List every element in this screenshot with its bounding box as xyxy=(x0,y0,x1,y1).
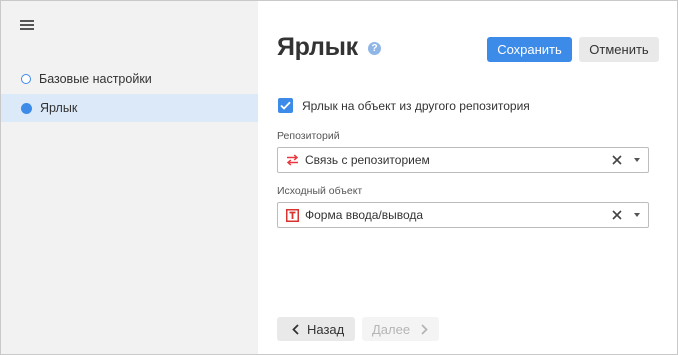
question-mark-icon[interactable]: ? xyxy=(368,42,381,55)
clear-icon[interactable] xyxy=(610,208,624,222)
chevron-right-icon xyxy=(418,323,430,335)
source-object-select-value: Форма ввода/вывода xyxy=(305,208,424,222)
dropdown-caret-icon[interactable] xyxy=(630,153,644,167)
dialog-window: Базовые настройки Ярлык Ярлык ? Сохранит… xyxy=(0,0,678,355)
chevron-left-icon xyxy=(289,323,301,335)
external-repo-checkbox-row[interactable]: Ярлык на объект из другого репозитория xyxy=(278,98,530,113)
repository-field-label: Репозиторий xyxy=(277,130,340,142)
sidebar-step-label: Ярлык xyxy=(40,101,78,115)
back-button[interactable]: Назад xyxy=(277,317,355,341)
sidebar-step-shortcut[interactable]: Ярлык xyxy=(1,94,258,122)
save-button[interactable]: Сохранить xyxy=(487,37,572,62)
checkbox-checked-icon[interactable] xyxy=(278,98,293,113)
sidebar-step-label: Базовые настройки xyxy=(39,72,152,86)
repository-link-icon xyxy=(285,153,299,167)
repository-select-value: Связь с репозиторием xyxy=(305,153,430,167)
next-button[interactable]: Далее xyxy=(362,317,439,341)
step-active-icon xyxy=(21,102,32,114)
back-button-label: Назад xyxy=(307,321,345,337)
dropdown-caret-icon[interactable] xyxy=(630,208,644,222)
next-button-label: Далее xyxy=(372,321,411,337)
form-io-icon xyxy=(285,208,299,222)
hamburger-menu-icon[interactable] xyxy=(20,19,34,31)
wizard-footer: Назад Далее xyxy=(258,304,677,354)
repository-select[interactable]: Связь с репозиторием xyxy=(277,147,649,173)
step-pending-icon xyxy=(21,74,31,84)
wizard-sidebar: Базовые настройки Ярлык xyxy=(1,1,258,354)
cancel-button[interactable]: Отменить xyxy=(579,37,659,62)
checkbox-label: Ярлык на объект из другого репозитория xyxy=(302,98,530,113)
page-title: Ярлык xyxy=(277,33,358,61)
sidebar-step-basic-settings[interactable]: Базовые настройки xyxy=(1,65,258,93)
source-object-select[interactable]: Форма ввода/вывода xyxy=(277,202,649,228)
clear-icon[interactable] xyxy=(610,153,624,167)
main-panel: Ярлык ? Сохранить Отменить Ярлык на объе… xyxy=(258,1,677,354)
source-object-field-label: Исходный объект xyxy=(277,185,363,197)
